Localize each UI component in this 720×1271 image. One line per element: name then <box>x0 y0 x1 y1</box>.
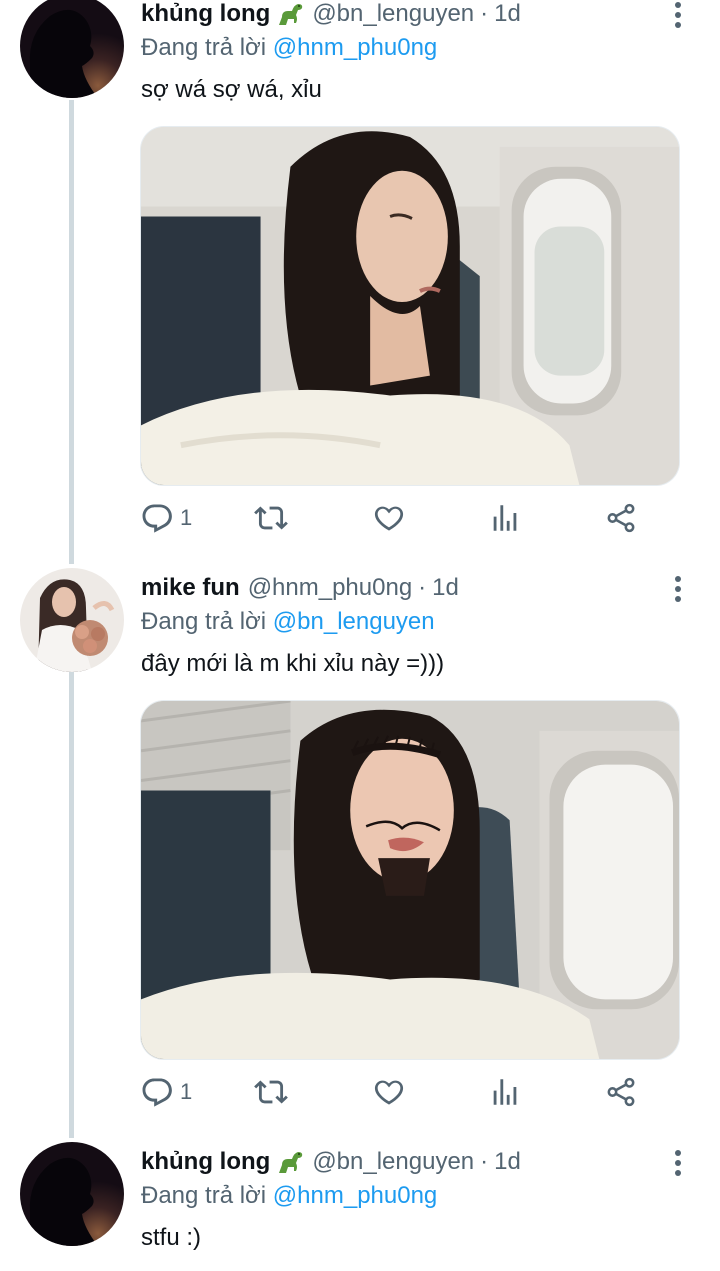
avatar-silhouette-image <box>20 1142 124 1246</box>
user-handle[interactable]: @bn_lenguyen <box>312 0 474 28</box>
views-button[interactable] <box>488 500 522 536</box>
reply-count: 1 <box>180 505 193 530</box>
display-name[interactable]: khủng long <box>141 1148 270 1176</box>
tweet[interactable]: mike fun @hnm_phu0ng · 1d Đang trả lời @… <box>0 568 720 1134</box>
tweet-text: sợ wá sợ wá, xỉu <box>141 76 322 103</box>
like-button[interactable] <box>372 1074 406 1110</box>
dinosaur-emoji-icon <box>279 1152 303 1173</box>
replying-to-label: Đang trả lời <box>141 608 267 635</box>
mention-link[interactable]: @hnm_phu0ng <box>273 34 437 61</box>
mention-link[interactable]: @bn_lenguyen <box>273 608 435 635</box>
replying-to: Đang trả lời @hnm_phu0ng <box>141 1182 437 1210</box>
tweet-header: khủng long @bn_lenguyen · 1d <box>141 0 521 28</box>
timestamp[interactable]: 1d <box>494 0 521 28</box>
avatar-woman-flowers-image <box>20 568 124 672</box>
avatar[interactable] <box>20 568 124 672</box>
analytics-icon <box>493 505 517 531</box>
retweet-button[interactable] <box>254 500 288 536</box>
tweet-text: đây mới là m khi xỉu này =))) <box>141 650 445 677</box>
retweet-icon <box>254 506 288 530</box>
more-vertical-icon[interactable] <box>670 0 686 30</box>
replying-to: Đang trả lời @hnm_phu0ng <box>141 34 437 62</box>
separator-dot: · <box>418 574 427 601</box>
tweet-photo[interactable] <box>140 126 680 486</box>
tweet[interactable]: khủng long @bn_lenguyen · 1d Đang trả lờ… <box>0 1142 720 1271</box>
mention-link[interactable]: @hnm_phu0ng <box>273 1182 437 1209</box>
tweet-header: mike fun @hnm_phu0ng · 1d <box>141 574 459 602</box>
avatar[interactable] <box>20 1142 124 1246</box>
avatar-silhouette-image <box>20 0 124 98</box>
views-button[interactable] <box>488 1074 522 1110</box>
replying-to-label: Đang trả lời <box>141 1182 267 1209</box>
like-button[interactable] <box>372 500 406 536</box>
separator-dot: · <box>480 0 489 27</box>
timestamp[interactable]: 1d <box>494 1148 521 1176</box>
retweet-button[interactable] <box>254 1074 288 1110</box>
user-handle[interactable]: @bn_lenguyen <box>312 1148 474 1176</box>
share-icon <box>607 503 635 533</box>
tweet-text: stfu :) <box>141 1224 202 1251</box>
more-vertical-icon[interactable] <box>670 1148 686 1178</box>
reply-icon <box>142 1078 172 1107</box>
share-button[interactable] <box>604 1074 638 1110</box>
share-button[interactable] <box>604 500 638 536</box>
reply-icon <box>142 504 172 533</box>
heart-icon <box>374 1080 404 1105</box>
replying-to: Đang trả lời @bn_lenguyen <box>141 608 435 636</box>
avatar[interactable] <box>20 0 124 98</box>
more-vertical-icon[interactable] <box>670 574 686 604</box>
reply-button[interactable]: 1 <box>140 500 192 536</box>
reply-count: 1 <box>180 1079 193 1104</box>
tweet-actions: 1 <box>140 500 640 536</box>
heart-icon <box>374 506 404 531</box>
analytics-icon <box>493 1079 517 1105</box>
tweet-actions: 1 <box>140 1074 640 1110</box>
display-name[interactable]: mike fun <box>141 574 240 602</box>
tweet-photo[interactable] <box>140 700 680 1060</box>
separator-dot: · <box>480 1148 489 1175</box>
dinosaur-emoji-icon <box>279 4 303 25</box>
photo-woman-sleeping-airplane <box>141 127 679 485</box>
retweet-icon <box>254 1080 288 1104</box>
replying-to-label: Đang trả lời <box>141 34 267 61</box>
user-handle[interactable]: @hnm_phu0ng <box>248 574 412 602</box>
display-name[interactable]: khủng long <box>141 0 270 28</box>
reply-button[interactable]: 1 <box>140 1074 192 1110</box>
tweet-header: khủng long @bn_lenguyen · 1d <box>141 1148 521 1176</box>
timestamp[interactable]: 1d <box>432 574 459 602</box>
share-icon <box>607 1077 635 1107</box>
tweet[interactable]: khủng long @bn_lenguyen · 1d Đang trả lờ… <box>0 0 720 560</box>
photo-woman-drawn-mustache <box>141 701 679 1059</box>
